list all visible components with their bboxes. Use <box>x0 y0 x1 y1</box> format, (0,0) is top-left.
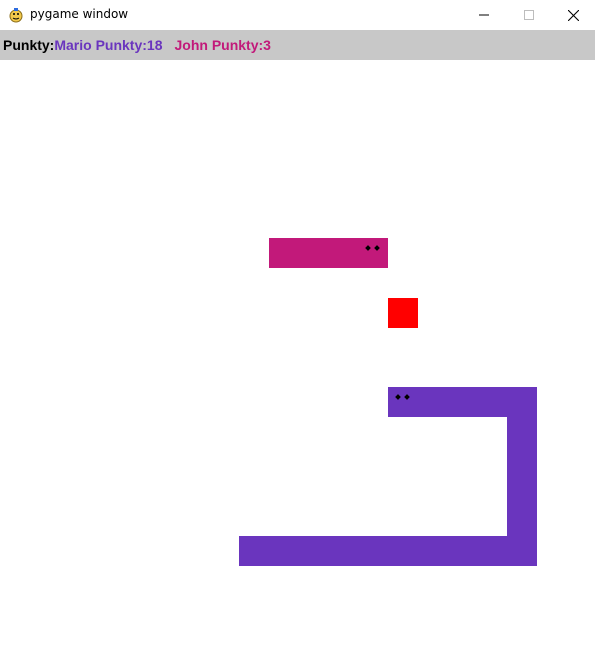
window-title: pygame window <box>30 7 129 21</box>
scoreboard: Punkty:Mario Punkty:18 John Punkty:3 <box>3 37 271 53</box>
minimize-button[interactable] <box>461 0 506 30</box>
player1-snake-segment <box>239 536 537 566</box>
player2-score: John Punkty:3 <box>174 37 271 53</box>
maximize-icon <box>523 10 534 20</box>
score-prefix: Punkty: <box>3 37 55 53</box>
player1-score: Mario Punkty:18 <box>54 37 163 53</box>
player2-snake-body <box>269 238 388 268</box>
pygame-snake-icon <box>9 8 23 23</box>
close-button[interactable] <box>551 0 595 30</box>
food-block <box>388 298 418 328</box>
close-icon <box>568 9 579 21</box>
window-titlebar: pygame window <box>0 0 595 30</box>
scoreboard-bar: Punkty:Mario Punkty:18 John Punkty:3 <box>0 30 595 60</box>
minimize-icon <box>478 14 489 16</box>
maximize-button[interactable] <box>506 0 551 30</box>
game-board[interactable] <box>0 60 595 654</box>
